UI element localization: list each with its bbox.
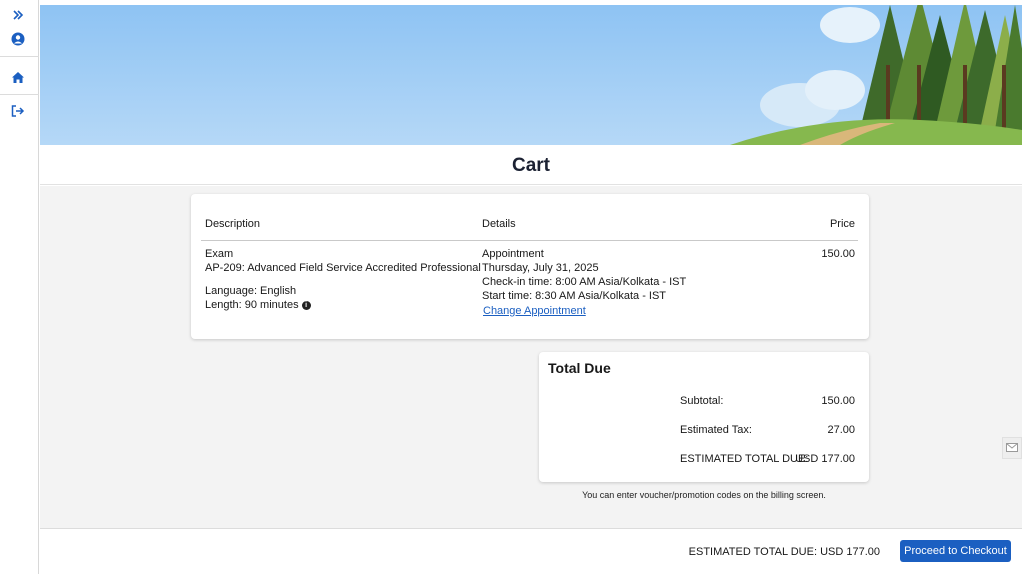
home-icon[interactable] [8,67,28,87]
change-appointment-link[interactable]: Change Appointment [483,304,586,318]
tax-label: Estimated Tax: [680,424,752,436]
item-name: AP-209: Advanced Field Service Accredite… [205,262,481,274]
item-length: Length: 90 minutes [205,299,299,311]
page-title: Cart [511,154,550,176]
footer-bar: ESTIMATED TOTAL DUE: USD 177.00 Proceed … [40,528,1022,574]
total-due-title: Total Due [548,360,611,376]
estimated-total-label: ESTIMATED TOTAL DUE: [680,453,809,465]
sidebar-divider [0,56,39,57]
tax-value: 27.00 [827,424,855,436]
header-details: Details [482,218,516,230]
item-type: Exam [205,248,234,260]
start-time: Start time: 8:30 AM Asia/Kolkata - IST [482,290,667,302]
subtotal-value: 150.00 [821,395,855,407]
content-area: Description Details Price Exam AP-209: A… [40,186,1022,528]
appointment-title: Appointment [482,248,544,260]
hero-banner [40,5,1022,145]
estimated-total-value: USD 177.00 [795,453,855,465]
page-title-bar: Cart [40,145,1022,185]
subtotal-label: Subtotal: [680,395,724,407]
voucher-note: You can enter voucher/promotion codes on… [582,490,826,500]
item-language: Language: English [205,285,297,297]
sidebar-divider [0,94,39,95]
proceed-to-checkout-button[interactable]: Proceed to Checkout [900,540,1011,562]
feedback-tab[interactable] [1002,437,1022,459]
footer-estimated-total: ESTIMATED TOTAL DUE: USD 177.00 [688,546,880,558]
user-icon[interactable] [8,29,28,49]
header-description: Description [205,218,261,230]
main-area: Cart Description Details Price Exam AP-2… [40,5,1022,574]
item-price: 150.00 [821,248,855,260]
sidebar [0,0,39,574]
logout-icon[interactable] [8,101,28,121]
checkin-time: Check-in time: 8:00 AM Asia/Kolkata - IS… [482,276,687,288]
info-icon[interactable]: i [301,300,311,310]
total-due-card: Total Due Subtotal: 150.00 Estimated Tax… [539,352,869,482]
cart-table-card: Description Details Price Exam AP-209: A… [191,194,869,339]
appointment-date: Thursday, July 31, 2025 [482,262,599,274]
table-header-divider [201,240,858,241]
chevrons-right-icon[interactable] [8,5,28,25]
item-length-row: Length: 90 minutes i [205,298,311,312]
header-price: Price [829,218,855,230]
mail-icon [1006,439,1018,457]
